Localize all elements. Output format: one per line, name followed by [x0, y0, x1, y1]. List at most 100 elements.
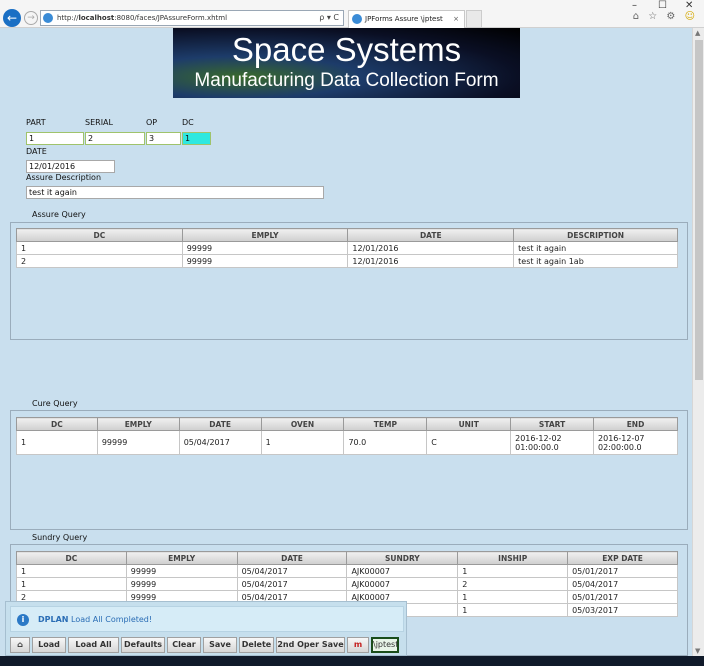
- cure-col-emply[interactable]: EMPLY: [96, 417, 180, 431]
- table-cell: 2: [457, 577, 569, 591]
- assure-query-title: Assure Query: [32, 210, 86, 219]
- table-cell: 05/01/2017: [567, 564, 678, 578]
- load-all-button[interactable]: Load All: [68, 637, 119, 653]
- address-controls[interactable]: ρ ▾ C: [319, 11, 339, 25]
- url-prefix: http://: [57, 14, 79, 22]
- table-cell: 1: [16, 564, 127, 578]
- table-cell: AJK00007: [346, 577, 459, 591]
- close-window-icon[interactable]: ✕: [685, 0, 693, 11]
- assure-query-table: DC EMPLY DATE DESCRIPTION 1 99999 12/01/…: [16, 228, 678, 268]
- table-cell: 12/01/2016: [347, 254, 515, 268]
- table-cell: 05/03/2017: [567, 603, 678, 617]
- address-bar[interactable]: http://localhost:8080/faces/JPAssureForm…: [40, 10, 344, 26]
- growl-title: DPLAN: [38, 615, 69, 624]
- table-cell: 12/01/2016: [347, 241, 515, 255]
- sundry-col-dc[interactable]: DC: [16, 551, 127, 565]
- browser-chrome: ← → http://localhost:8080/faces/JPAssure…: [0, 0, 704, 28]
- os-taskbar: [0, 656, 704, 666]
- load-button[interactable]: Load: [32, 637, 66, 653]
- assure-description-input[interactable]: test it again: [26, 186, 324, 199]
- table-row[interactable]: 2 99999 12/01/2016 test it again 1ab: [16, 254, 678, 268]
- home-star-gear-icons[interactable]: ⌂ ☆ ⚙: [633, 11, 679, 22]
- second-oper-save-button[interactable]: 2nd Oper Save: [276, 637, 345, 653]
- assure-description-label: Assure Description: [26, 173, 102, 182]
- table-row[interactable]: 1 99999 05/04/2017 1 70.0 C 2016-12-02 0…: [16, 430, 678, 455]
- sundry-query-title: Sundry Query: [32, 533, 88, 542]
- table-cell: C: [426, 430, 512, 455]
- cure-col-dc[interactable]: DC: [16, 417, 98, 431]
- sundry-col-emply[interactable]: EMPLY: [125, 551, 238, 565]
- forward-button[interactable]: →: [24, 11, 38, 25]
- growl-message: i DPLAN Load All Completed!: [10, 606, 404, 632]
- maximize-icon[interactable]: ☐: [658, 0, 667, 11]
- assure-col-emply[interactable]: EMPLY: [181, 228, 349, 242]
- sundry-col-exp-date[interactable]: EXP DATE: [567, 551, 678, 565]
- new-tab-button[interactable]: [466, 10, 482, 28]
- table-cell: 1: [16, 430, 98, 455]
- page-scrollbar[interactable]: ▲ ▼: [692, 28, 704, 656]
- url-rest: :8080/faces/JPAssureForm.xhtml: [114, 14, 228, 22]
- smiley-icon[interactable]: ☺: [685, 11, 698, 22]
- table-cell: 99999: [96, 430, 180, 455]
- scrollbar-thumb[interactable]: [695, 40, 703, 380]
- table-row[interactable]: 1 99999 05/04/2017 AJK00007 1 05/01/2017: [16, 564, 678, 578]
- sundry-col-inship[interactable]: INSHIP: [457, 551, 569, 565]
- table-cell: 1: [260, 430, 345, 455]
- part-input[interactable]: 1: [26, 132, 84, 145]
- sundry-header-row: DC EMPLY DATE SUNDRY INSHIP EXP DATE: [16, 551, 678, 565]
- url-host: localhost: [78, 14, 115, 22]
- cure-query-title: Cure Query: [32, 399, 78, 408]
- growl-body: Load All Completed!: [71, 615, 153, 624]
- table-cell: 1: [457, 564, 569, 578]
- table-cell: 1: [457, 603, 569, 617]
- banner-subtitle: Manufacturing Data Collection Form: [194, 70, 499, 91]
- table-cell: 05/04/2017: [236, 577, 348, 591]
- sundry-col-sundry[interactable]: SUNDRY: [346, 551, 459, 565]
- minimize-icon[interactable]: –: [632, 0, 637, 11]
- table-cell: 99999: [125, 564, 238, 578]
- tab-globe-icon: [352, 14, 362, 24]
- table-cell: 05/04/2017: [567, 577, 678, 591]
- info-icon: i: [17, 614, 29, 626]
- op-input[interactable]: 3: [146, 132, 181, 145]
- table-cell: 70.0: [343, 430, 428, 455]
- scroll-down-icon[interactable]: ▼: [695, 647, 700, 655]
- scroll-up-icon[interactable]: ▲: [695, 29, 700, 37]
- m-button[interactable]: m: [347, 637, 369, 653]
- defaults-button[interactable]: Defaults: [121, 637, 165, 653]
- delete-button[interactable]: Delete: [239, 637, 274, 653]
- site-globe-icon: [43, 13, 53, 23]
- banner-title: Space Systems: [231, 31, 462, 68]
- assure-col-description[interactable]: DESCRIPTION: [513, 228, 678, 242]
- cure-col-date[interactable]: DATE: [178, 417, 262, 431]
- assure-col-dc[interactable]: DC: [16, 228, 183, 242]
- cure-col-unit[interactable]: UNIT: [426, 417, 512, 431]
- table-cell: 05/01/2017: [567, 590, 678, 604]
- serial-label: SERIAL: [85, 118, 113, 127]
- cure-col-start[interactable]: START: [510, 417, 595, 431]
- tab-close-icon[interactable]: ×: [453, 11, 459, 27]
- cure-col-temp[interactable]: TEMP: [343, 417, 428, 431]
- cure-col-end[interactable]: END: [593, 417, 678, 431]
- browser-tab[interactable]: JPForms Assure \jptest ×: [348, 10, 465, 28]
- table-cell: test it again: [513, 241, 678, 255]
- table-cell: 2016-12-07 02:00:00.0: [593, 430, 678, 455]
- clear-button[interactable]: Clear: [167, 637, 201, 653]
- table-cell: test it again 1ab: [513, 254, 678, 268]
- table-cell: 1: [16, 241, 183, 255]
- date-input[interactable]: 12/01/2016: [26, 160, 115, 173]
- table-row[interactable]: 1 99999 12/01/2016 test it again: [16, 241, 678, 255]
- save-button[interactable]: Save: [203, 637, 237, 653]
- browser-toolbar-icons[interactable]: ⌂ ☆ ⚙ ☺: [633, 11, 698, 22]
- cure-col-oven[interactable]: OVEN: [260, 417, 345, 431]
- assure-col-date[interactable]: DATE: [347, 228, 515, 242]
- sundry-col-date[interactable]: DATE: [236, 551, 348, 565]
- home-button[interactable]: ⌂: [10, 637, 30, 653]
- user-button[interactable]: \jptest: [371, 637, 399, 653]
- table-row[interactable]: 1 99999 05/04/2017 AJK00007 2 05/04/2017: [16, 577, 678, 591]
- cure-query-table: DC EMPLY DATE OVEN TEMP UNIT START END 1…: [16, 417, 678, 455]
- back-button[interactable]: ←: [3, 9, 21, 27]
- serial-input[interactable]: 2: [85, 132, 145, 145]
- dc-input[interactable]: 1: [182, 132, 211, 145]
- table-cell: 05/04/2017: [178, 430, 262, 455]
